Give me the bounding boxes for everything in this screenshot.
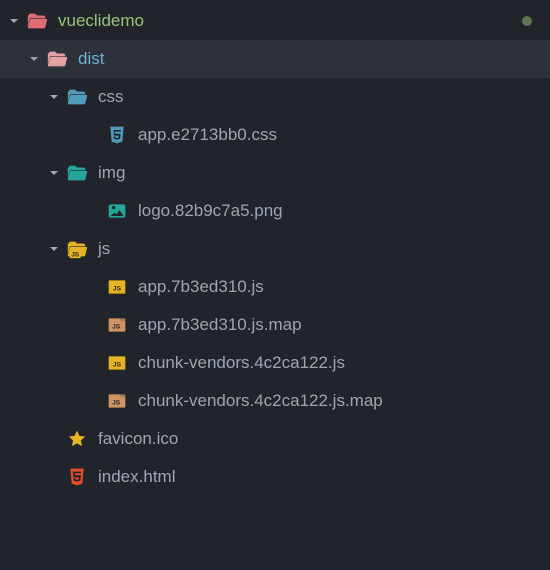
jsmap-file-icon xyxy=(106,390,128,412)
chevron-placeholder xyxy=(86,127,102,143)
tree-row-file[interactable]: chunk-vendors.4c2ca122.js xyxy=(0,344,550,382)
chevron-placeholder xyxy=(46,469,62,485)
chevron-down-icon xyxy=(6,13,22,29)
chevron-down-icon xyxy=(46,165,62,181)
jsmap-file-icon xyxy=(106,314,128,336)
tree-row-file[interactable]: chunk-vendors.4c2ca122.js.map xyxy=(0,382,550,420)
folder-open-icon xyxy=(46,48,68,70)
tree-label: img xyxy=(98,163,125,183)
chevron-placeholder xyxy=(86,355,102,371)
html-file-icon xyxy=(66,466,88,488)
tree-label: chunk-vendors.4c2ca122.js xyxy=(138,353,345,373)
folder-open-icon xyxy=(66,162,88,184)
js-file-icon xyxy=(106,276,128,298)
tree-row-root[interactable]: vueclidemo xyxy=(0,2,550,40)
tree-label: js xyxy=(98,239,110,259)
chevron-down-icon xyxy=(46,89,62,105)
chevron-placeholder xyxy=(46,431,62,447)
image-file-icon xyxy=(106,200,128,222)
folder-open-icon xyxy=(66,86,88,108)
tree-row-img[interactable]: img xyxy=(0,154,550,192)
chevron-placeholder xyxy=(86,279,102,295)
folder-open-icon xyxy=(26,10,48,32)
tree-label: vueclidemo xyxy=(58,11,144,31)
js-file-icon xyxy=(106,352,128,374)
tree-label: index.html xyxy=(98,467,175,487)
tree-row-file[interactable]: index.html xyxy=(0,458,550,496)
chevron-placeholder xyxy=(86,317,102,333)
tree-row-file[interactable]: logo.82b9c7a5.png xyxy=(0,192,550,230)
tree-row-file[interactable]: app.e2713bb0.css xyxy=(0,116,550,154)
folder-open-icon xyxy=(66,238,88,260)
tree-label: app.7b3ed310.js.map xyxy=(138,315,302,335)
chevron-placeholder xyxy=(86,393,102,409)
tree-label: chunk-vendors.4c2ca122.js.map xyxy=(138,391,383,411)
tree-label: dist xyxy=(78,49,104,69)
tree-label: app.7b3ed310.js xyxy=(138,277,264,297)
tree-label: css xyxy=(98,87,124,107)
tree-row-js[interactable]: js xyxy=(0,230,550,268)
tree-row-file[interactable]: favicon.ico xyxy=(0,420,550,458)
chevron-placeholder xyxy=(86,203,102,219)
tree-label: favicon.ico xyxy=(98,429,178,449)
tree-label: logo.82b9c7a5.png xyxy=(138,201,283,221)
chevron-down-icon xyxy=(46,241,62,257)
tree-row-file[interactable]: app.7b3ed310.js.map xyxy=(0,306,550,344)
file-tree: vueclidemo dist css app.e2713bb0.css img… xyxy=(0,0,550,496)
tree-label: app.e2713bb0.css xyxy=(138,125,277,145)
tree-row-file[interactable]: app.7b3ed310.js xyxy=(0,268,550,306)
chevron-down-icon xyxy=(26,51,42,67)
css-file-icon xyxy=(106,124,128,146)
tree-row-css[interactable]: css xyxy=(0,78,550,116)
favicon-file-icon xyxy=(66,428,88,450)
status-indicator xyxy=(522,16,532,26)
tree-row-dist[interactable]: dist xyxy=(0,40,550,78)
